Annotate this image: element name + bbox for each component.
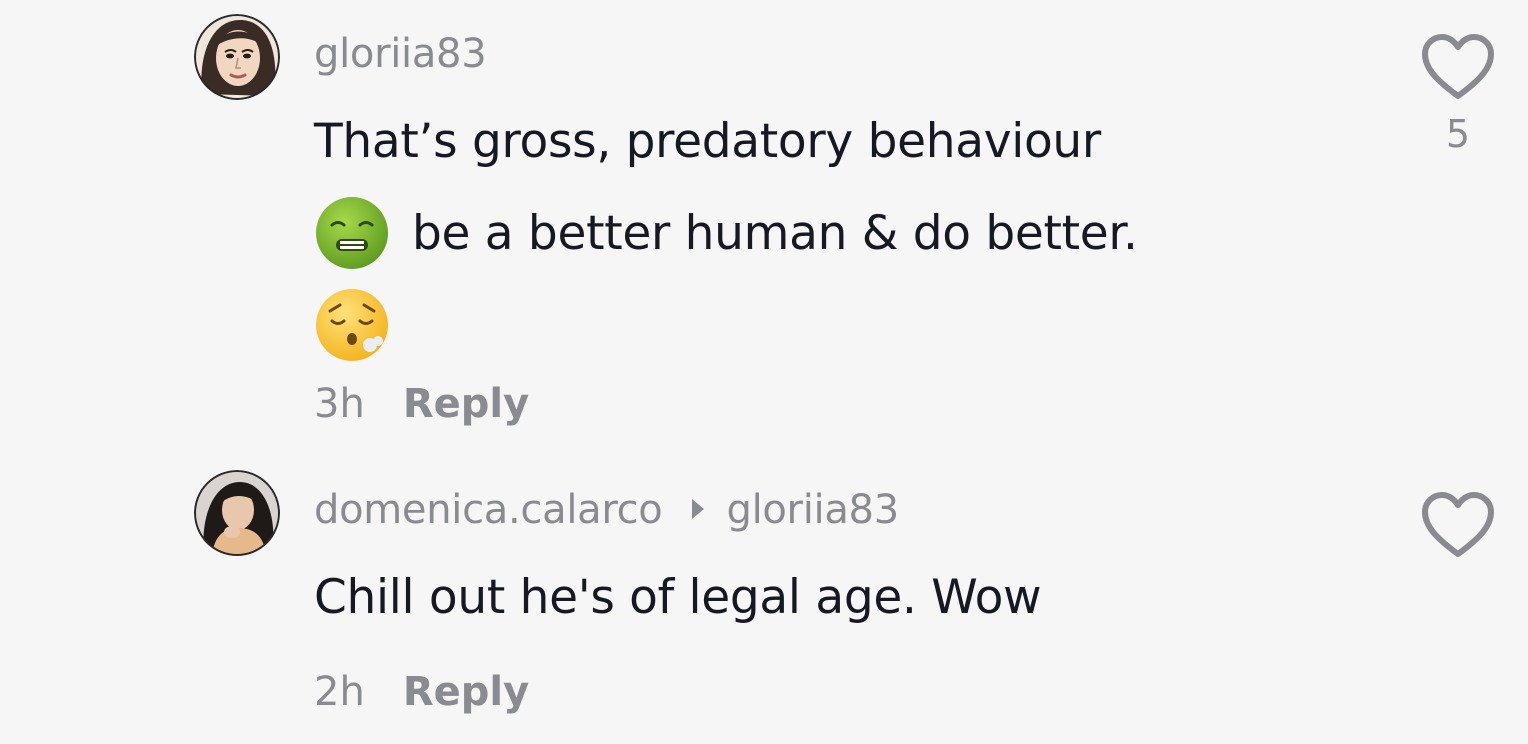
comment-item: domenica.calarco gloriia83 Chill out he's… [0, 440, 1528, 744]
reply-button[interactable]: Reply [403, 669, 529, 715]
woman-photo [194, 470, 280, 556]
reply-button[interactable]: Reply [403, 381, 529, 427]
comment-text-line: Chill out he's of legal age. Wow [314, 552, 1042, 644]
comment-meta: 3h Reply [314, 380, 529, 428]
like-button[interactable] [1420, 490, 1496, 560]
nauseated-face-emoji [314, 195, 390, 271]
comment-text-line: That’s gross, predatory behaviour [314, 96, 1138, 188]
comment-username[interactable]: domenica.calarco gloriia83 [314, 486, 899, 534]
comment-text: Chill out he's of legal age. Wow [314, 552, 1042, 644]
reply-to-username[interactable]: gloriia83 [726, 487, 899, 533]
play-triangle-icon [692, 499, 705, 519]
username-text[interactable]: domenica.calarco [314, 487, 663, 533]
comment-meta: 2h Reply [314, 668, 529, 716]
heart-outline-icon[interactable] [1420, 32, 1496, 102]
avatar[interactable] [194, 14, 280, 100]
avatar[interactable] [194, 470, 280, 556]
like-button[interactable]: 5 [1420, 32, 1496, 156]
comment-item: gloriia83 That’s gross, predatory behavi… [0, 0, 1528, 440]
comment-username[interactable]: gloriia83 [314, 30, 487, 78]
like-count: 5 [1445, 112, 1471, 156]
comment-text-line-2: be a better human & do better. [412, 206, 1138, 261]
comment-timestamp: 3h [314, 381, 365, 427]
face-exhaling-emoji [314, 287, 390, 363]
comment-text-line: be a better human & do better. [314, 188, 1138, 280]
heart-outline-icon[interactable] [1420, 490, 1496, 560]
comment-text: That’s gross, predatory behaviour be a b… [314, 96, 1138, 372]
comment-timestamp: 2h [314, 669, 365, 715]
comment-text-line-1: That’s gross, predatory behaviour [314, 114, 1101, 169]
comment-text-line-1: Chill out he's of legal age. Wow [314, 570, 1042, 625]
comment-text-line [314, 280, 1138, 372]
woman-portrait-illustration [194, 14, 280, 100]
username-text[interactable]: gloriia83 [314, 31, 487, 77]
